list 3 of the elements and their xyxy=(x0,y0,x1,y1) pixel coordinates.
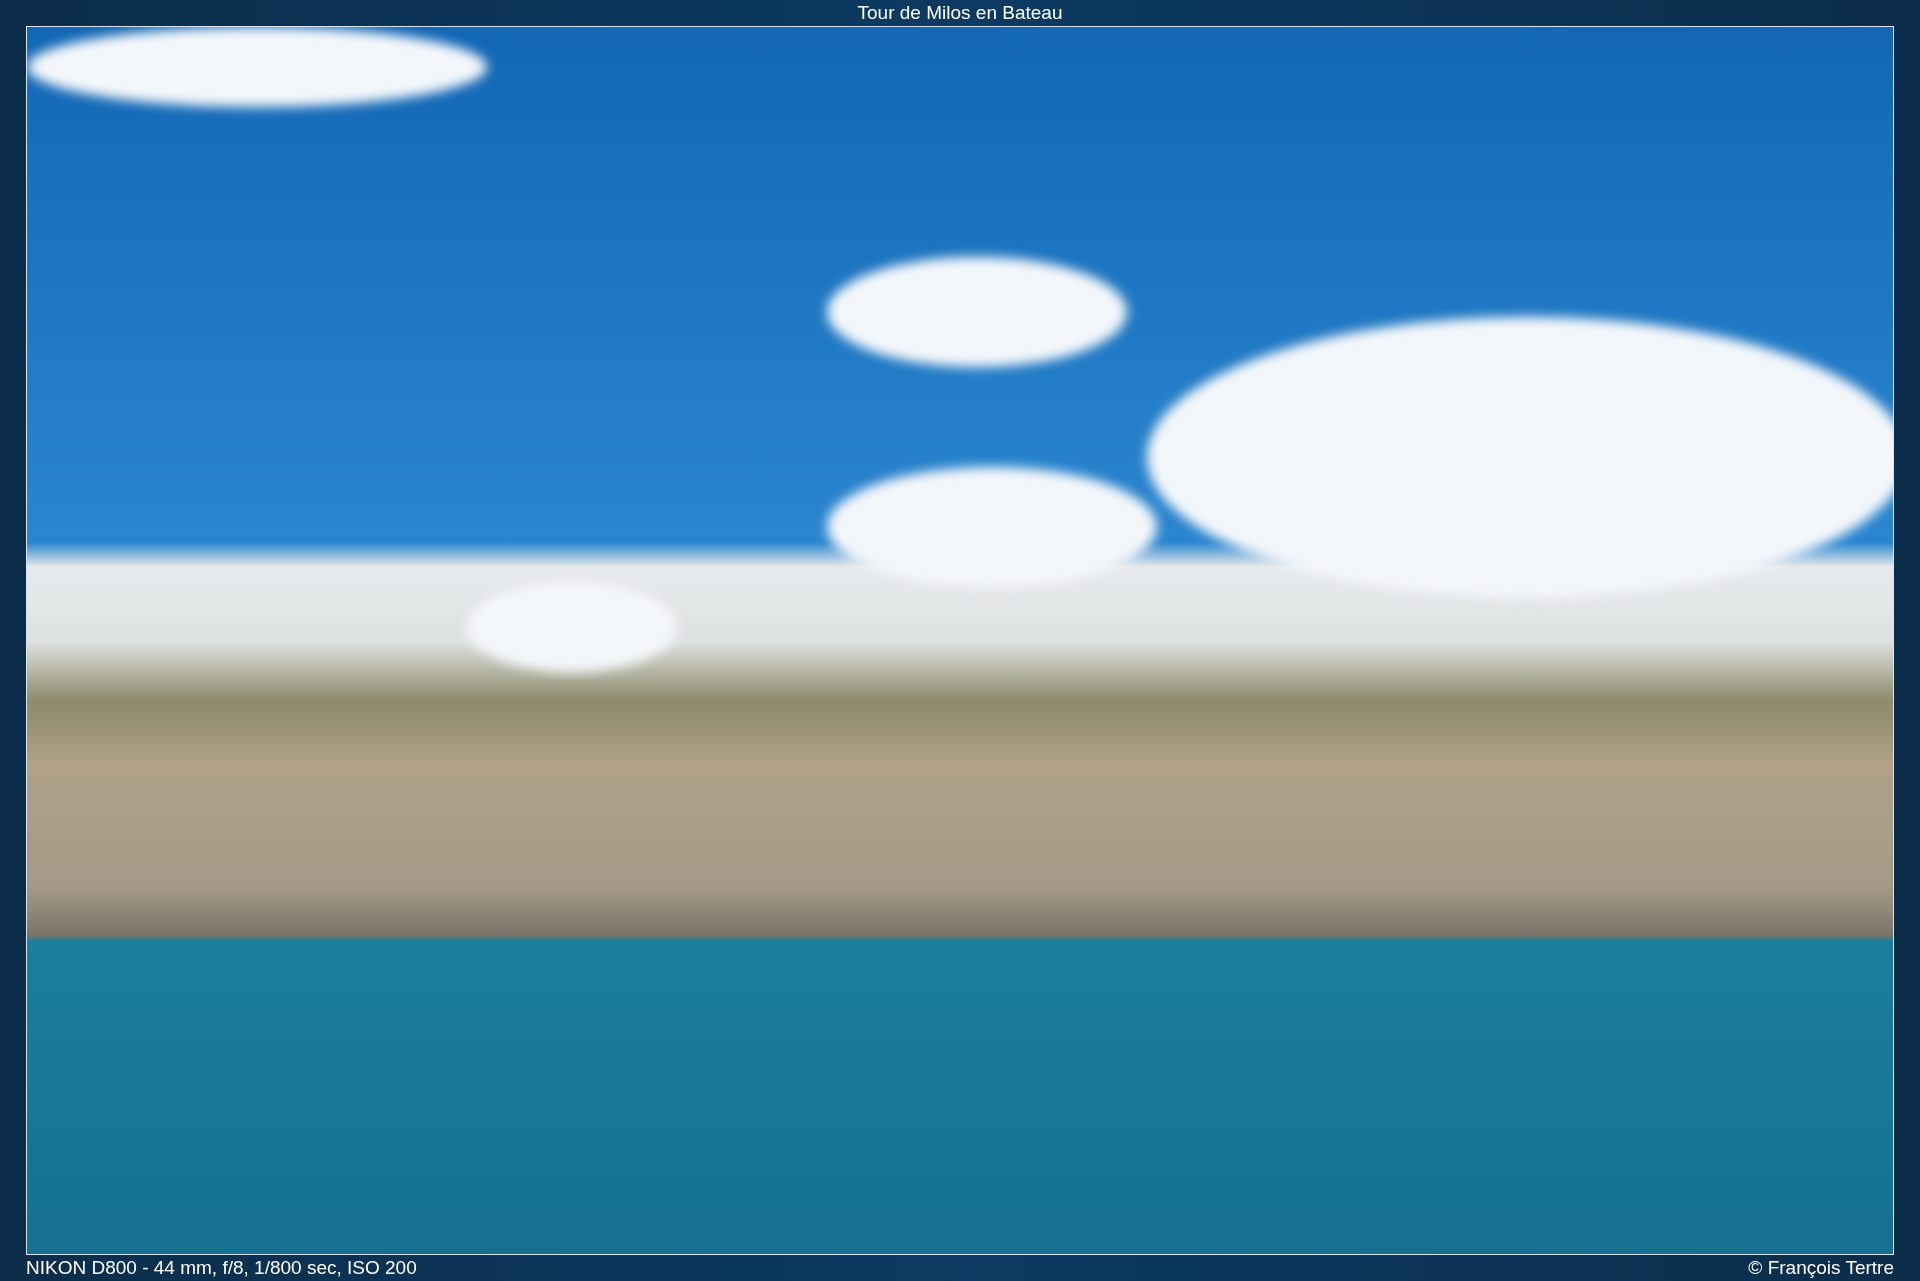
camera-info: NIKON D800 - 44 mm, f/8, 1/800 sec, ISO 200 xyxy=(26,1256,417,1280)
photo-title: Tour de Milos en Bateau xyxy=(857,1,1063,25)
photo-credit: © François Tertre xyxy=(1748,1256,1894,1280)
